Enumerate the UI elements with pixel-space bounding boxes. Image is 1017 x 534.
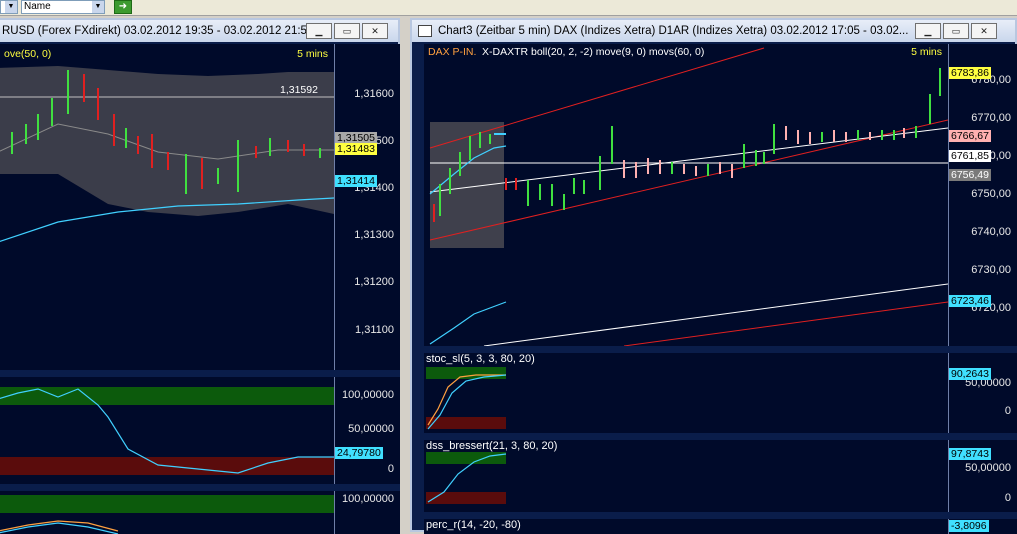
small-combo[interactable]: ▼ [0,0,18,14]
osc-tick: 100,00000 [342,493,394,505]
price-tick: 6740,00 [971,226,1011,238]
minimize-button[interactable]: ▁ [915,23,941,39]
left-osc2-plot [0,495,334,534]
price-tick: 1,31300 [354,229,394,241]
price-tick: 1,31600 [354,88,394,100]
left-osc1-pane[interactable] [0,377,334,484]
close-button[interactable]: ✕ [971,23,997,39]
stoc-pane[interactable]: stoc_sl(5, 3, 3, 80, 20) [424,353,948,433]
dss-pane[interactable]: dss_bressert(21, 3, 80, 20) [424,440,948,512]
close-button[interactable]: ✕ [362,23,388,39]
price-label-3: 6761,85 [949,150,991,162]
right-price-pane[interactable]: DAX P-IN. X-DAXTR boll(20, 2, -2) move(9… [424,44,948,346]
dss-title: dss_bressert(21, 3, 80, 20) [426,440,558,452]
pane-separator[interactable] [424,346,1017,353]
left-osc1-plot [0,387,334,475]
price-label-1: 6783,86 [949,67,991,79]
left-chart-window: RUSD (Forex FXdirekt) 03.02.2012 19:35 -… [0,18,400,534]
top-toolbar: ▼ Name ▼ ➜ [0,0,1017,16]
price-label-2: 6766,67 [949,130,991,142]
osc-tick: 50,00000 [965,462,1011,474]
price-label-3: 1,31483 [335,143,377,155]
left-osc2-pane[interactable] [0,491,334,534]
left-price-axis: 1,31600 1,31500 1,31400 1,31300 1,31200 … [334,44,400,370]
perc-value-label: -3,8096 [949,520,989,532]
price-label-4: 1,31414 [335,175,377,187]
stoc-value-label: 90,2643 [949,368,991,380]
pane-separator[interactable] [424,433,1017,440]
right-window-title: Chart3 (Zeitbar 5 min) DAX (Indizes Xetr… [438,25,909,37]
name-combo[interactable]: Name ▼ [21,0,105,14]
osc-tick: 0 [1004,405,1011,417]
osc-tick: 100,00000 [342,389,394,401]
name-combo-value: Name [24,1,51,12]
chevron-down-icon: ▼ [92,1,104,13]
right-chart-window: Chart3 (Zeitbar 5 min) DAX (Indizes Xetr… [410,18,1017,534]
left-indicator-label: ove(50, 0) [4,48,52,60]
price-tick: 6730,00 [971,264,1011,276]
minimize-button[interactable]: ▁ [306,23,332,39]
price-tick: 6770,00 [971,112,1011,124]
symbol-label: DAX P-IN. [428,46,477,58]
osc-tick: 0 [387,463,394,475]
dss-value-label: 97,8743 [949,448,991,460]
right-price-plot [429,47,948,346]
price-tick: 6750,00 [971,188,1011,200]
price-label-1: 1,31592 [280,84,318,96]
stoc-plot [426,367,507,430]
chevron-down-icon: ▼ [5,1,17,13]
pane-separator[interactable] [424,512,1017,519]
price-tick: 1,31100 [355,324,394,336]
osc1-value-label: 24,79780 [335,447,383,459]
arrow-right-icon: ➜ [118,1,128,12]
pane-separator[interactable] [0,484,400,491]
maximize-button[interactable]: ▭ [334,23,360,39]
stoc-title: stoc_sl(5, 3, 3, 80, 20) [426,353,535,365]
price-label-4: 6756,49 [949,169,991,181]
maximize-button[interactable]: ▭ [943,23,969,39]
osc-tick: 50,00000 [348,423,394,435]
right-indicators-label: X-DAXTR boll(20, 2, -2) move(9, 0) movs(… [482,46,705,58]
left-osc2-axis: 100,00000 [334,491,400,534]
chart-window-icon [418,25,432,37]
price-tick: 1,31200 [354,276,394,288]
perc-title: perc_r(14, -20, -80) [426,519,521,531]
go-button[interactable]: ➜ [114,0,132,14]
price-label-5: 6723,46 [949,295,991,307]
left-osc1-axis: 100,00000 50,00000 0 [334,377,400,484]
osc-tick: 0 [1004,492,1011,504]
stoc-axis: 50,00000 0 [948,353,1017,433]
right-interval-label: 5 mins [911,46,942,58]
pane-separator[interactable] [0,370,400,377]
left-interval-label: 5 mins [297,48,328,60]
left-window-title: RUSD (Forex FXdirekt) 03.02.2012 19:35 -… [2,25,314,37]
